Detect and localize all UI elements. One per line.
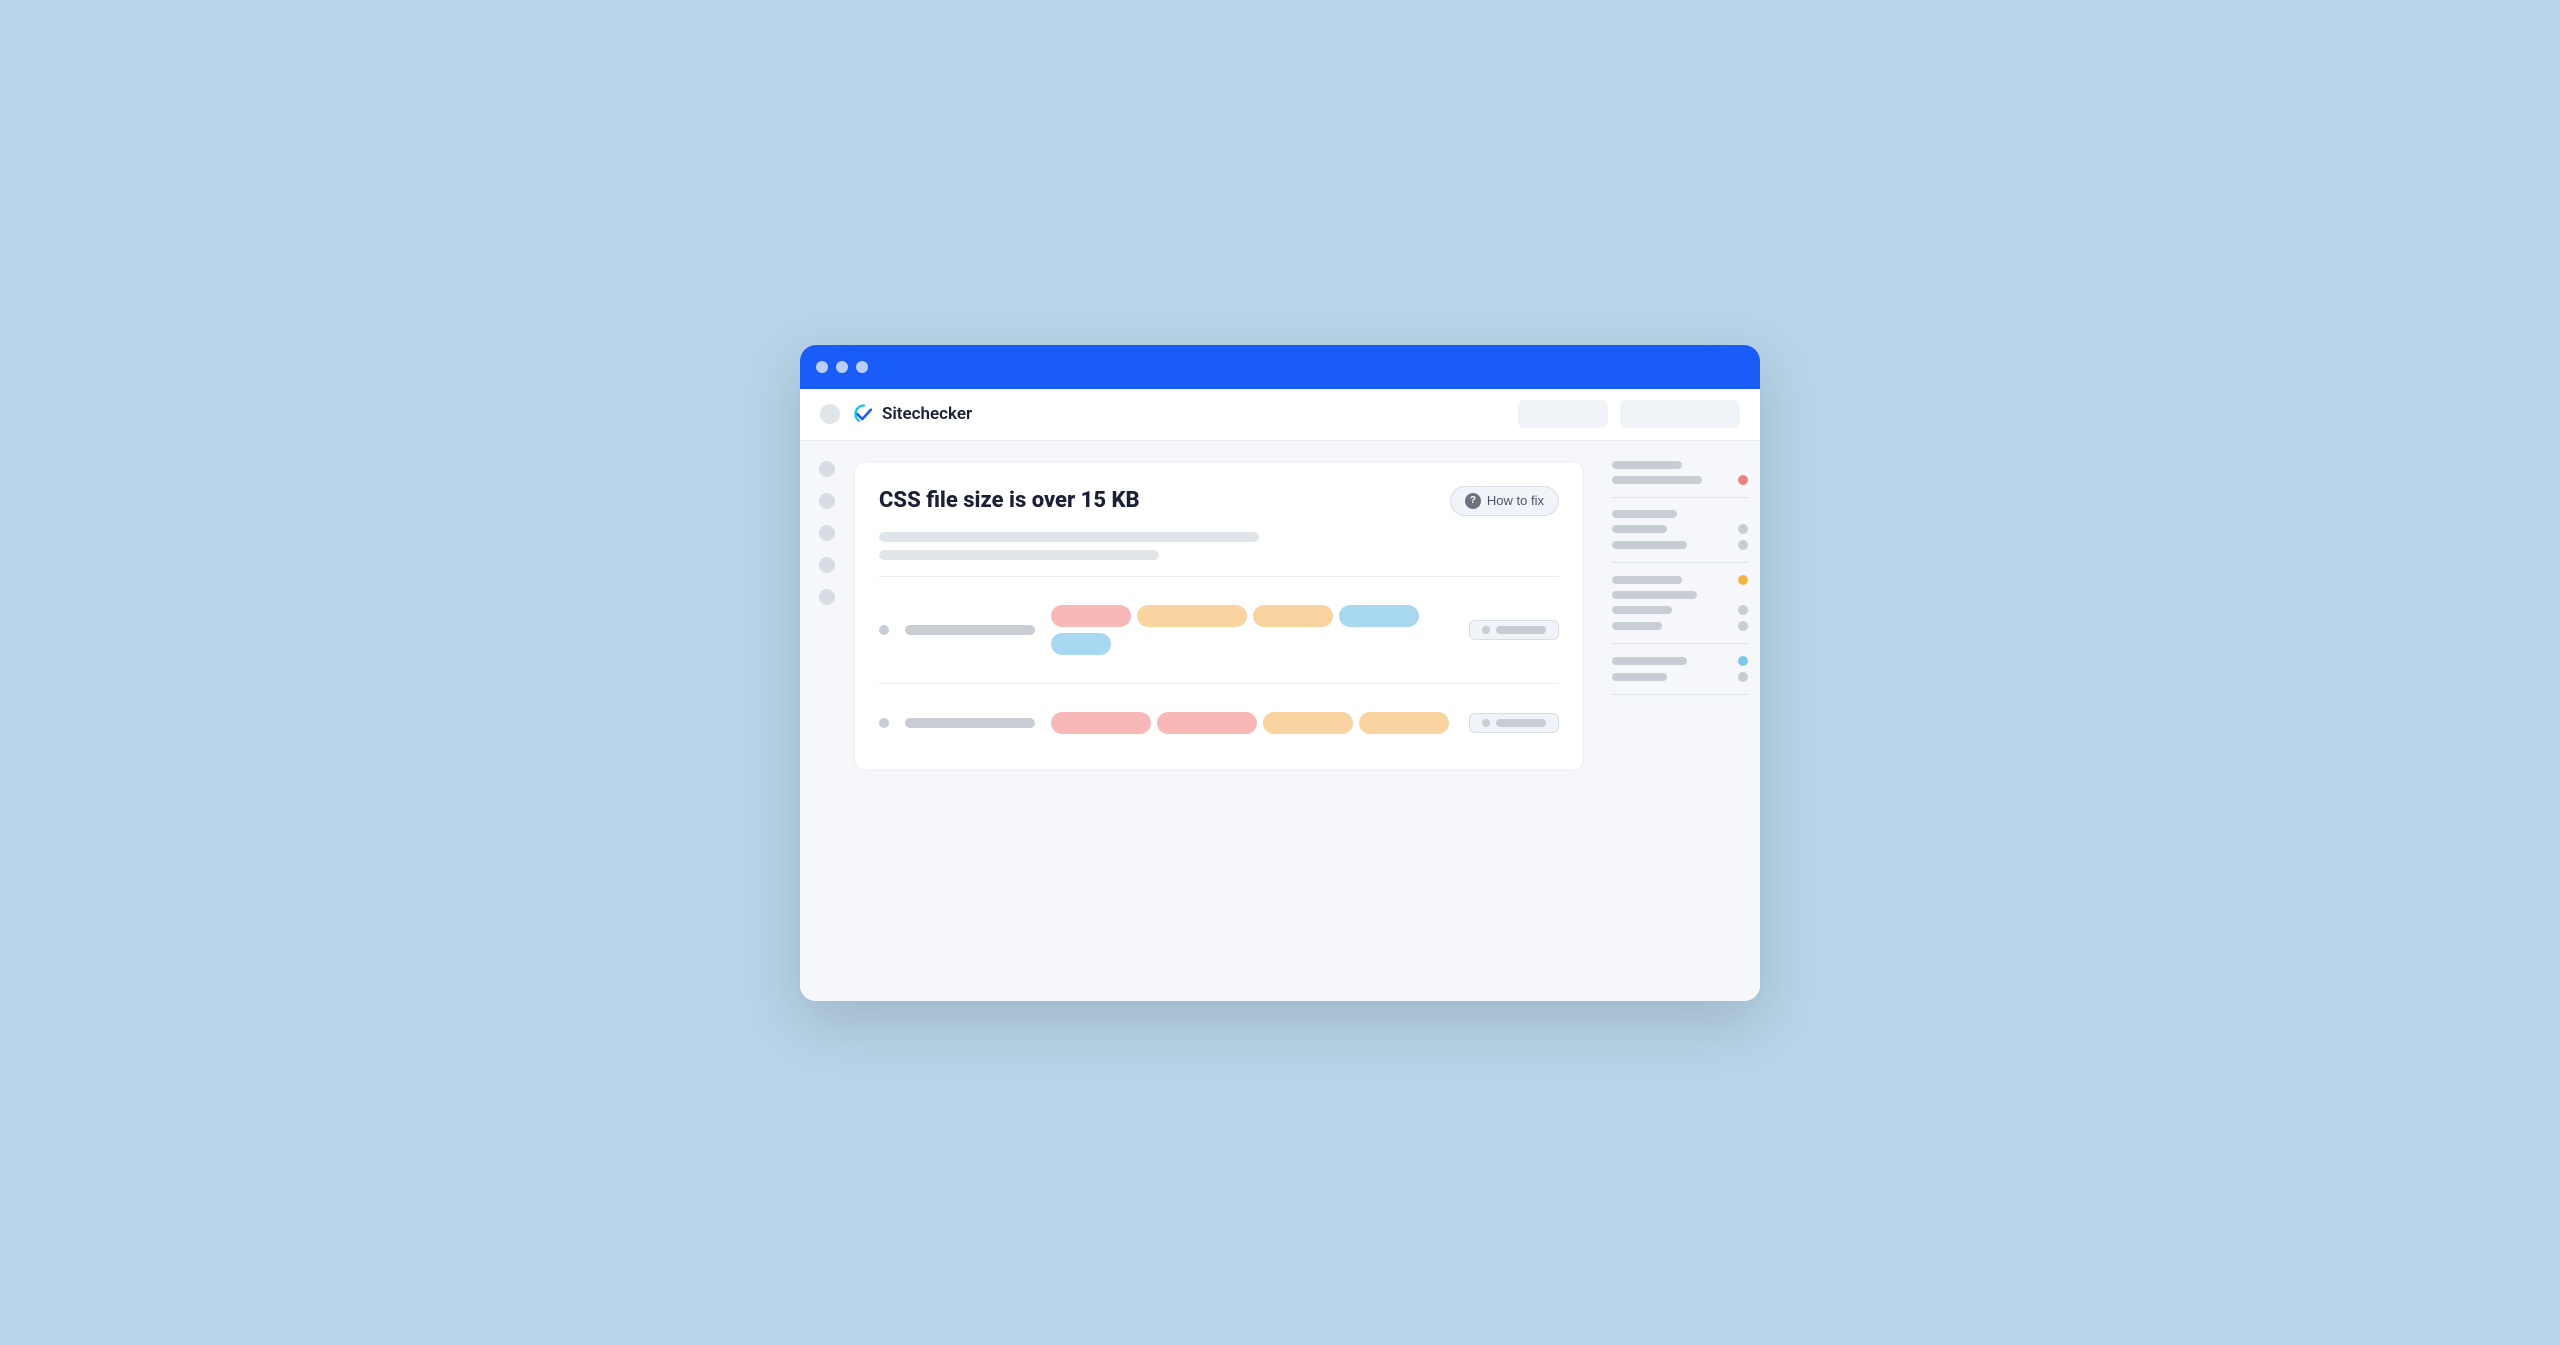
rp-section-4	[1612, 656, 1748, 695]
brand: Sitechecker	[852, 402, 972, 426]
row-label-1	[905, 625, 1035, 635]
rp-section-2	[1612, 510, 1748, 563]
table-row	[879, 593, 1559, 667]
row-label-2	[905, 718, 1035, 728]
table-row	[879, 700, 1559, 746]
browser-content: CSS file size is over 15 KB ? How to fix	[800, 441, 1760, 1001]
rp-row	[1612, 510, 1748, 518]
brand-name: Sitechecker	[882, 404, 972, 424]
rp-line	[1612, 541, 1687, 549]
description-line-1	[879, 532, 1259, 542]
rp-dot-gray-3	[1738, 605, 1748, 615]
main-content: CSS file size is over 15 KB ? How to fix	[854, 441, 1600, 1001]
rp-indicator-orange	[1738, 575, 1748, 585]
rp-row	[1612, 605, 1748, 615]
window-dot-1	[816, 361, 828, 373]
how-to-fix-label: How to fix	[1487, 493, 1544, 508]
rp-line	[1612, 525, 1667, 533]
sidebar	[800, 441, 854, 1001]
rp-row	[1612, 672, 1748, 682]
row-action-1[interactable]	[1469, 620, 1559, 640]
card-header: CSS file size is over 15 KB ? How to fix	[879, 486, 1559, 516]
card-title: CSS file size is over 15 KB	[879, 488, 1140, 513]
rp-line	[1612, 657, 1687, 665]
tags-group-1	[1051, 605, 1453, 655]
rp-indicator-red	[1738, 475, 1748, 485]
rp-row	[1612, 475, 1748, 485]
toolbar-button-2[interactable]	[1620, 400, 1740, 428]
tag-pink-lg-1	[1051, 712, 1151, 734]
row-action-bar	[1496, 626, 1546, 634]
rp-dot-gray-4	[1738, 621, 1748, 631]
rp-line	[1612, 510, 1677, 518]
browser-toolbar: Sitechecker	[800, 389, 1760, 441]
sidebar-nav-1[interactable]	[819, 461, 835, 477]
rp-row	[1612, 591, 1748, 599]
toolbar-circle	[820, 404, 840, 424]
tag-peach-xl-2	[1359, 712, 1449, 734]
sidebar-nav-5[interactable]	[819, 589, 835, 605]
sidebar-nav-2[interactable]	[819, 493, 835, 509]
right-panel	[1600, 441, 1760, 1001]
tag-peach-xl-1	[1263, 712, 1353, 734]
rp-line	[1612, 476, 1702, 484]
rp-row	[1612, 461, 1748, 469]
rp-line	[1612, 461, 1682, 469]
rp-line	[1612, 606, 1672, 614]
rp-row	[1612, 540, 1748, 550]
issue-card: CSS file size is over 15 KB ? How to fix	[854, 461, 1584, 771]
window-dot-3	[856, 361, 868, 373]
window-dot-2	[836, 361, 848, 373]
rp-line	[1612, 591, 1697, 599]
tag-pink-1	[1051, 605, 1131, 627]
row-action-2[interactable]	[1469, 713, 1559, 733]
description-line-2	[879, 550, 1159, 560]
rp-indicator-blue	[1738, 656, 1748, 666]
rp-row	[1612, 524, 1748, 534]
browser-titlebar	[800, 345, 1760, 389]
row-action-dot-2	[1482, 719, 1490, 727]
rp-line	[1612, 576, 1682, 584]
rp-dot-gray-2	[1738, 540, 1748, 550]
divider-2	[879, 683, 1559, 684]
rp-row	[1612, 575, 1748, 585]
tag-peach-1	[1137, 605, 1247, 627]
rp-line	[1612, 622, 1662, 630]
row-action-bar-2	[1496, 719, 1546, 727]
row-dot-2	[879, 718, 889, 728]
browser-window: Sitechecker CSS file size is over 15 KB …	[800, 345, 1760, 1001]
row-action-dot	[1482, 626, 1490, 634]
how-to-fix-button[interactable]: ? How to fix	[1450, 486, 1559, 516]
divider-1	[879, 576, 1559, 577]
row-dot-1	[879, 625, 889, 635]
rp-dot-gray-5	[1738, 672, 1748, 682]
tag-blue-1	[1339, 605, 1419, 627]
rp-section-3	[1612, 575, 1748, 644]
sidebar-nav-3[interactable]	[819, 525, 835, 541]
rp-row	[1612, 656, 1748, 666]
tag-peach-2	[1253, 605, 1333, 627]
tag-pink-lg-2	[1157, 712, 1257, 734]
how-to-fix-icon: ?	[1465, 493, 1481, 509]
sidebar-nav-4[interactable]	[819, 557, 835, 573]
brand-logo-icon	[852, 402, 876, 426]
toolbar-button-1[interactable]	[1518, 400, 1608, 428]
rp-line	[1612, 673, 1667, 681]
rp-row	[1612, 621, 1748, 631]
rp-section-1	[1612, 461, 1748, 498]
rp-dot-gray	[1738, 524, 1748, 534]
tag-blue-2	[1051, 633, 1111, 655]
tags-group-2	[1051, 712, 1453, 734]
